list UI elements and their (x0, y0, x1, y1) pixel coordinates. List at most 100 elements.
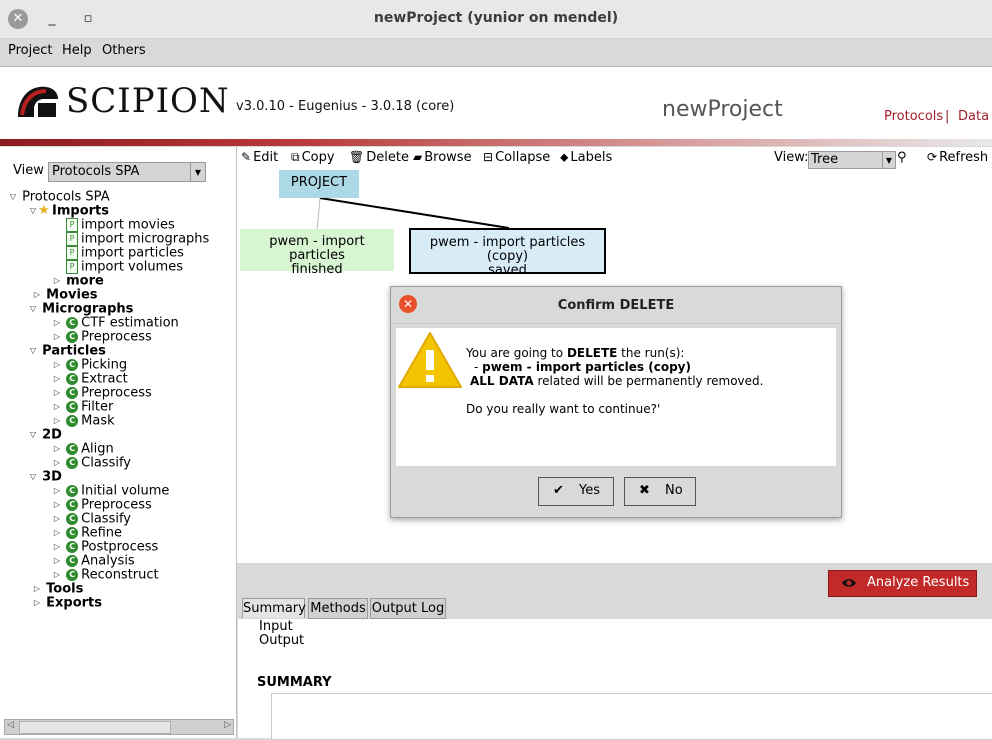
collapsed-toggle-icon[interactable]: ▷ (52, 442, 62, 456)
eye-icon (842, 579, 856, 587)
nav-data-link[interactable]: Data (958, 109, 989, 124)
category-icon: C (66, 443, 79, 455)
tree-exports[interactable]: ▷ Exports (32, 596, 102, 610)
scroll-right-icon[interactable]: ▷ (224, 720, 231, 730)
collapsed-toggle-icon[interactable]: ▷ (52, 316, 62, 330)
tree-item-preprocess[interactable]: ▷ C Preprocess (52, 386, 152, 400)
collapsed-toggle-icon[interactable]: ▷ (52, 414, 62, 428)
tree-item-classify[interactable]: ▷ C Classify (52, 456, 131, 470)
logo-text: SCIPION (66, 81, 230, 121)
collapsed-toggle-icon[interactable]: ▷ (32, 596, 42, 610)
analyze-results-button[interactable]: Analyze Results (828, 570, 977, 597)
expanded-toggle-icon[interactable]: ▽ (28, 470, 38, 484)
tab-methods[interactable]: Methods (308, 598, 368, 619)
tree-micrographs[interactable]: ▽ Micrographs (28, 302, 133, 316)
collapse-icon: ⊟ (483, 150, 494, 164)
msg-bold: ALL DATA (470, 374, 534, 388)
tree-particles[interactable]: ▽ Particles (28, 344, 106, 358)
delete-label: Delete (366, 150, 409, 165)
tree-movies[interactable]: ▷ Movies (32, 288, 98, 302)
collapsed-toggle-icon[interactable]: ▷ (52, 512, 62, 526)
tree-item-picking[interactable]: ▷ C Picking (52, 358, 127, 372)
tree-layout-icon[interactable]: ⚲ (897, 150, 907, 165)
expanded-toggle-icon[interactable]: ▽ (8, 190, 18, 204)
tree-3d[interactable]: ▽ 3D (28, 470, 62, 484)
browse-button[interactable]: ▰ Browse (413, 150, 472, 165)
category-icon: C (66, 457, 79, 469)
collapsed-toggle-icon[interactable]: ▷ (32, 288, 42, 302)
refresh-button[interactable]: ⟳ Refresh (927, 150, 988, 165)
summary-text-area[interactable] (271, 693, 992, 740)
sidebar-horizontal-scrollbar[interactable]: ◁ ▷ (4, 719, 234, 735)
collapsed-toggle-icon[interactable]: ▷ (52, 526, 62, 540)
tree-item-label: Reconstruct (81, 567, 159, 583)
tree-item-mask[interactable]: ▷ C Mask (52, 414, 115, 428)
expanded-toggle-icon[interactable]: ▽ (28, 344, 38, 358)
yes-button[interactable]: ✔ Yes (538, 477, 614, 506)
tree-item-ctf-estimation[interactable]: ▷ C CTF estimation (52, 316, 179, 330)
tree-item-import-movies[interactable]: Pimport movies (66, 218, 175, 232)
protocol-view-select[interactable]: Protocols SPA ▼ (48, 162, 206, 182)
expanded-toggle-icon[interactable]: ▽ (28, 428, 38, 442)
collapsed-toggle-icon[interactable]: ▷ (52, 498, 62, 512)
collapsed-toggle-icon[interactable]: ▷ (52, 456, 62, 470)
tree-imports-label: Imports (52, 203, 109, 219)
edit-button[interactable]: ✎ Edit (241, 150, 278, 165)
menu-others[interactable]: Others (102, 43, 146, 58)
collapsed-toggle-icon[interactable]: ▷ (52, 400, 62, 414)
tree-item-import-volumes[interactable]: Pimport volumes (66, 260, 183, 274)
view-mode-value: Tree (811, 152, 839, 167)
tree-imports[interactable]: ▽ ★ Imports (28, 203, 109, 219)
collapsed-toggle-icon[interactable]: ▷ (52, 386, 62, 400)
tree-item-postprocess[interactable]: ▷ C Postprocess (52, 540, 158, 554)
node-title: pwem - import particles (269, 234, 365, 263)
tree-item-analysis[interactable]: ▷ C Analysis (52, 554, 135, 568)
collapsed-toggle-icon[interactable]: ▷ (52, 330, 62, 344)
tree-tools[interactable]: ▷ Tools (32, 582, 83, 596)
collapsed-toggle-icon[interactable]: ▷ (52, 568, 62, 582)
copy-button[interactable]: ⧉ Copy (291, 150, 335, 165)
tree-item-label: import micrographs (81, 231, 210, 247)
collapsed-toggle-icon[interactable]: ▷ (52, 372, 62, 386)
tree-item-filter[interactable]: ▷ C Filter (52, 400, 113, 414)
no-button[interactable]: ✖ No (624, 477, 696, 506)
menu-project[interactable]: Project (8, 43, 52, 58)
tree-item-classify[interactable]: ▷ C Classify (52, 512, 131, 526)
tree-item-preprocess[interactable]: ▷ C Preprocess (52, 498, 152, 512)
graph-node-import-particles-copy[interactable]: pwem - import particles (copy) saved (409, 228, 606, 278)
tree-more[interactable]: ▷ more (52, 274, 104, 288)
graph-node-project[interactable]: PROJECT (279, 170, 359, 198)
tree-root[interactable]: ▽ Protocols SPA (8, 190, 110, 204)
tree-item-align[interactable]: ▷ C Align (52, 442, 114, 456)
collapsed-toggle-icon[interactable]: ▷ (52, 554, 62, 568)
view-mode-select[interactable]: Tree ▼ (808, 151, 896, 169)
tab-summary[interactable]: Summary (242, 598, 306, 618)
menu-help[interactable]: Help (62, 43, 92, 58)
collapsed-toggle-icon[interactable]: ▷ (52, 358, 62, 372)
tree-item-preprocess[interactable]: ▷ C Preprocess (52, 330, 152, 344)
expanded-toggle-icon[interactable]: ▽ (28, 204, 38, 218)
scrollbar-thumb[interactable] (19, 721, 171, 734)
dialog-message-line3: ALL DATA related will be permanently rem… (470, 374, 763, 388)
tree-item-import-particles[interactable]: Pimport particles (66, 246, 184, 260)
collapsed-toggle-icon[interactable]: ▷ (52, 274, 62, 288)
tree-item-reconstruct[interactable]: ▷ C Reconstruct (52, 568, 159, 582)
tree-item-refine[interactable]: ▷ C Refine (52, 526, 122, 540)
dialog-message-line1: You are going to DELETE the run(s): (466, 346, 684, 360)
tree-item-import-micrographs[interactable]: Pimport micrographs (66, 232, 209, 246)
collapsed-toggle-icon[interactable]: ▷ (32, 582, 42, 596)
collapsed-toggle-icon[interactable]: ▷ (52, 540, 62, 554)
collapse-button[interactable]: ⊟ Collapse (483, 150, 550, 165)
category-icon: C (66, 331, 79, 343)
tab-output-log[interactable]: Output Log (370, 598, 446, 619)
tree-item-extract[interactable]: ▷ C Extract (52, 372, 128, 386)
scroll-left-icon[interactable]: ◁ (7, 720, 14, 730)
graph-node-import-particles[interactable]: pwem - import particles finished (240, 229, 394, 277)
nav-protocols-link[interactable]: Protocols (884, 109, 943, 124)
labels-button[interactable]: ⬥ Labels (560, 150, 612, 165)
tree-2d[interactable]: ▽ 2D (28, 428, 62, 442)
tree-item-initial-volume[interactable]: ▷ C Initial volume (52, 484, 169, 498)
collapsed-toggle-icon[interactable]: ▷ (52, 484, 62, 498)
delete-button[interactable]: 🗑 Delete (349, 150, 409, 165)
expanded-toggle-icon[interactable]: ▽ (28, 302, 38, 316)
